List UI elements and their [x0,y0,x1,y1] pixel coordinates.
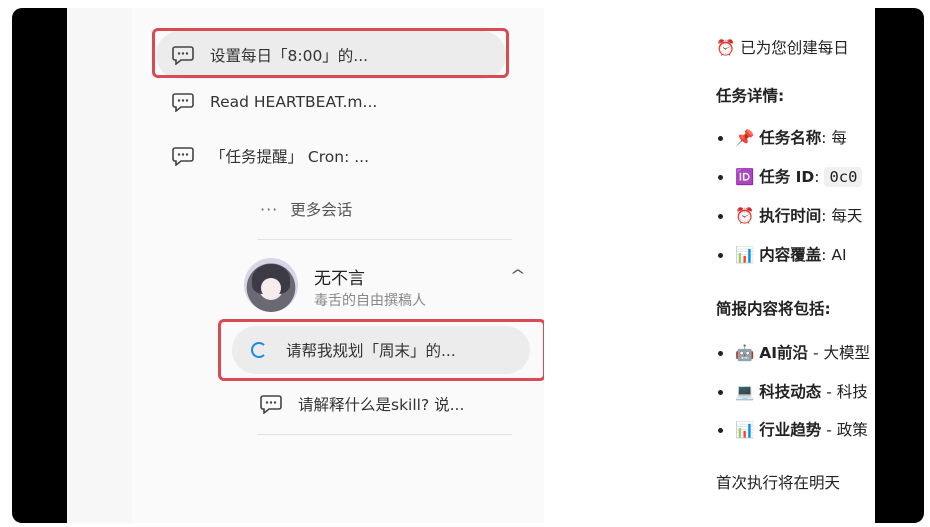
id-icon: 🆔 [735,168,755,186]
pushpin-icon: 📌 [735,129,755,147]
alarm-clock-icon: ⏰ [716,39,736,57]
conversation-sidebar: 设置每日「8:00」的... Read HEARTBEAT.m... 「任务提醒… [132,8,546,523]
conversation-item-weekend-plan[interactable]: 请帮我规划「周末」的... [232,326,530,374]
detail-value: 每 [831,129,847,147]
conversation-label: 设置每日「8:00」的... [210,47,369,65]
chat-bubble-icon [170,42,196,68]
agent-header[interactable]: 无不言 毒舌的自由撰稿人 ^ [244,258,544,314]
more-conversations-label: 更多会话 [290,201,353,219]
intro-text: 已为您创建每日 [740,39,849,57]
alarm-clock-icon: ⏰ [735,207,755,225]
conversation-label: 请解释什么是skill? 说... [298,396,465,414]
more-conversations-link[interactable]: ··· 更多会话 [260,198,352,220]
conversation-label: 「任务提醒」 Cron: ... [210,148,370,166]
bar-chart-icon: 📊 [735,421,755,439]
detail-value: 每天 [831,207,863,225]
detail-item: 📌 任务名称: 每 [718,126,847,148]
content-label: 科技动态 [759,383,822,401]
content-item: 🤖 AI前沿 - 大模型 [718,341,870,363]
sidebar-divider [257,434,512,435]
chevron-up-icon[interactable]: ^ [510,268,526,284]
content-rest: - 科技 [826,383,868,401]
loading-spinner-icon [246,337,272,363]
content-label: 行业趋势 [759,421,822,439]
agent-avatar [244,258,298,312]
conversation-label: 请帮我规划「周末」的... [286,342,456,360]
detail-item: ⏰ 执行时间: 每天 [718,204,862,226]
content-heading: 简报内容将包括: [716,300,831,318]
robot-icon: 🤖 [735,344,755,362]
agent-name: 无不言 [314,269,365,289]
detail-label: 任务名称 [759,129,822,147]
content-item: 💻 科技动态 - 科技 [718,380,868,402]
content-label: AI前沿 [759,344,809,362]
details-heading: 任务详情: [716,87,785,105]
conversation-label: Read HEARTBEAT.m... [210,93,378,111]
footer-note: 首次执行将在明天 [716,474,841,492]
computer-icon: 💻 [735,383,755,401]
detail-label: 内容覆盖 [759,246,822,264]
chat-bubble-icon [258,391,284,417]
detail-label: 任务 ID [759,168,815,186]
conversation-item-daily-8am[interactable]: 设置每日「8:00」的... [156,31,506,79]
bar-chart-icon: 📊 [735,246,755,264]
conversation-item-skill[interactable]: 请解释什么是skill? 说... [244,380,534,428]
task-id-code: 0c0 [824,167,863,187]
chat-bubble-icon [170,143,196,169]
intro-line: ⏰ 已为您创建每日 [716,36,849,58]
detail-label: 执行时间 [759,207,822,225]
content-rest: - 大模型 [812,344,870,362]
chat-bubble-icon [170,89,196,115]
content-rest: - 政策 [826,421,868,439]
chat-message-pane: ⏰ 已为您创建每日 任务详情: 📌 任务名称: 每 🆔 任务 ID: 0c0 ⏰… [544,8,875,523]
video-frame: 设置每日「8:00」的... Read HEARTBEAT.m... 「任务提醒… [12,8,924,523]
detail-item: 🆔 任务 ID: 0c0 [718,165,863,187]
detail-value: AI [831,246,847,264]
detail-item: 📊 内容覆盖: AI [718,243,847,265]
app-screen: 设置每日「8:00」的... Read HEARTBEAT.m... 「任务提醒… [67,8,875,523]
more-dots-icon: ··· [260,199,279,219]
conversation-item-heartbeat[interactable]: Read HEARTBEAT.m... [156,78,506,126]
agent-description: 毒舌的自由撰稿人 [314,293,426,309]
conversation-item-task-reminder[interactable]: 「任务提醒」 Cron: ... [156,132,506,180]
content-item: 📊 行业趋势 - 政策 [718,418,868,440]
sidebar-divider [257,239,512,240]
